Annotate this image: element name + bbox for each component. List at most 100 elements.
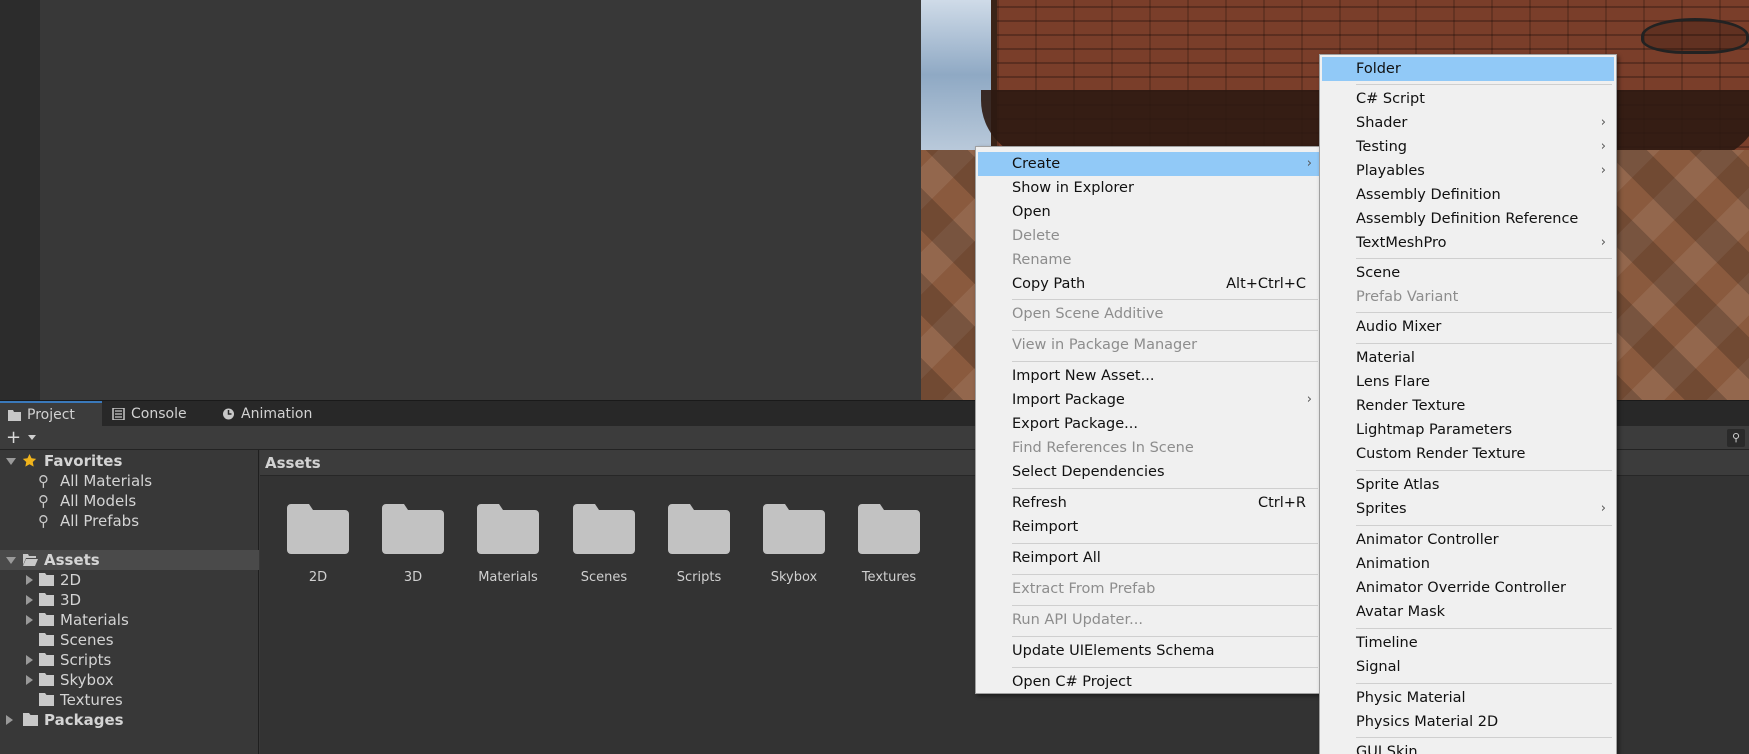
create-submenu-item-signal[interactable]: Signal [1322,655,1614,679]
create-submenu-item-custom-render-texture[interactable]: Custom Render Texture [1322,442,1614,466]
tree-folder-skybox[interactable]: Skybox [0,670,259,690]
expand-arrow-icon[interactable] [6,557,16,564]
expand-arrow-icon[interactable] [26,575,33,585]
create-submenu-item-lightmap-parameters[interactable]: Lightmap Parameters [1322,418,1614,442]
create-submenu-item-playables[interactable]: Playables › [1322,159,1614,183]
tab-project[interactable]: Project [0,401,102,427]
create-submenu-item-material[interactable]: Material [1322,346,1614,370]
create-submenu-item-avatar-mask[interactable]: Avatar Mask [1322,600,1614,624]
context-menu-item-import-new-asset[interactable]: Import New Asset... [978,364,1320,388]
expand-arrow-icon[interactable] [26,675,33,685]
tree-folder-3d[interactable]: 3D [0,590,259,610]
menu-item-label: Select Dependencies [1012,464,1165,480]
context-menu-item-import-package[interactable]: Import Package › [978,388,1320,412]
create-submenu-item-assembly-definition-reference[interactable]: Assembly Definition Reference [1322,207,1614,231]
expand-arrow-icon[interactable] [26,595,33,605]
context-menu-item-open[interactable]: Open [978,200,1320,224]
context-menu-item-show-in-explorer[interactable]: Show in Explorer [978,176,1320,200]
context-menu-item-reimport[interactable]: Reimport [978,515,1320,539]
create-submenu-item-shader[interactable]: Shader › [1322,111,1614,135]
breadcrumb-assets[interactable]: Assets [265,450,321,476]
create-submenu-item-physic-material[interactable]: Physic Material [1322,686,1614,710]
tree-folder-scripts[interactable]: Scripts [0,650,259,670]
create-dropdown-caret-icon[interactable] [28,435,36,440]
asset-folder-materials[interactable]: Materials [468,504,548,594]
tree-folder-materials[interactable]: Materials [0,610,259,630]
menu-item-label: Custom Render Texture [1356,446,1526,462]
asset-folder-scripts[interactable]: Scripts [659,504,739,594]
asset-folder-textures[interactable]: Textures [849,504,929,594]
create-submenu-item-sprites[interactable]: Sprites › [1322,497,1614,521]
expand-arrow-icon[interactable] [26,615,33,625]
folder-icon [39,673,54,686]
create-submenu-item-prefab-variant: Prefab Variant [1322,285,1614,309]
asset-folder-scenes[interactable]: Scenes [564,504,644,594]
context-menu-item-reimport-all[interactable]: Reimport All [978,546,1320,570]
submenu-arrow-icon: › [1306,392,1312,407]
create-submenu-item-render-texture[interactable]: Render Texture [1322,394,1614,418]
create-submenu-item-scene[interactable]: Scene [1322,261,1614,285]
create-submenu-item-animator-override-controller[interactable]: Animator Override Controller [1322,576,1614,600]
create-submenu-item-animation[interactable]: Animation [1322,552,1614,576]
create-submenu-item-sprite-atlas[interactable]: Sprite Atlas [1322,473,1614,497]
menu-shortcut: Ctrl+R [1257,495,1306,511]
asset-folder-2d[interactable]: 2D [278,504,358,594]
create-submenu-item-lens-flare[interactable]: Lens Flare [1322,370,1614,394]
create-submenu-item-c-script[interactable]: C# Script [1322,87,1614,111]
create-submenu-item-gui-skin[interactable]: GUI Skin [1322,740,1614,754]
context-menu-item-update-uielements-schema[interactable]: Update UIElements Schema [978,639,1320,663]
tab-animation[interactable]: Animation [214,401,324,427]
tree-favorite-item[interactable]: ⚲ All Materials [0,471,259,491]
folder-icon [573,504,635,554]
submenu-arrow-icon: › [1600,501,1606,516]
tree-folder-scenes[interactable]: Scenes [0,630,259,650]
context-menu-item-select-dependencies[interactable]: Select Dependencies [978,460,1320,484]
create-submenu-item-textmeshpro[interactable]: TextMeshPro › [1322,231,1614,255]
hierarchy-panel[interactable] [40,0,921,400]
scene-railing [1641,18,1749,54]
menu-item-label: Assembly Definition Reference [1356,211,1579,227]
tree-favorites[interactable]: Favorites [0,451,259,471]
create-button[interactable]: + [6,428,21,448]
menu-item-label: Sprites [1356,501,1407,517]
context-menu-item-run-api-updater: Run API Updater... [978,608,1320,632]
asset-folder-3d[interactable]: 3D [373,504,453,594]
create-submenu-item-timeline[interactable]: Timeline [1322,631,1614,655]
menu-separator [1012,543,1318,544]
tree-folder-2d[interactable]: 2D [0,570,259,590]
context-menu-item-refresh[interactable]: Refresh Ctrl+R [978,491,1320,515]
menu-item-label: GUI Skin [1356,744,1418,754]
tree-folder-textures[interactable]: Textures [0,690,259,710]
clock-icon [223,408,234,420]
search-icon: ⚲ [38,512,49,530]
create-submenu-item-physics-material-2d[interactable]: Physics Material 2D [1322,710,1614,734]
submenu-arrow-icon: › [1600,115,1606,130]
context-menu-item-export-package[interactable]: Export Package... [978,412,1320,436]
menu-item-label: Lens Flare [1356,374,1430,390]
menu-item-label: Rename [1012,252,1072,268]
create-submenu-item-assembly-definition[interactable]: Assembly Definition [1322,183,1614,207]
create-submenu-item-folder[interactable]: Folder [1322,57,1614,81]
expand-arrow-icon[interactable] [6,458,16,465]
create-submenu-item-testing[interactable]: Testing › [1322,135,1614,159]
tree-favorite-item[interactable]: ⚲ All Models [0,491,259,511]
menu-item-label: Avatar Mask [1356,604,1446,620]
tree-favorites-label: Favorites [44,452,123,470]
folder-icon [287,504,349,554]
create-submenu-item-animator-controller[interactable]: Animator Controller [1322,528,1614,552]
tree-packages[interactable]: Packages [0,710,259,730]
tree-favorite-item[interactable]: ⚲ All Prefabs [0,511,259,531]
menu-item-label: Extract From Prefab [1012,581,1156,597]
asset-folder-skybox[interactable]: Skybox [754,504,834,594]
expand-arrow-icon[interactable] [6,715,13,725]
create-submenu-item-audio-mixer[interactable]: Audio Mixer [1322,315,1614,339]
context-menu-item-open-c-project[interactable]: Open C# Project [978,670,1320,694]
expand-arrow-icon[interactable] [26,655,33,665]
context-menu-item-create[interactable]: Create › [978,152,1320,176]
menu-separator [1356,628,1612,629]
context-menu-item-copy-path[interactable]: Copy Path Alt+Ctrl+C [978,272,1320,296]
tab-console[interactable]: Console [104,401,204,427]
search-icon[interactable]: ⚲ [1727,429,1745,447]
menu-separator [1012,605,1318,606]
tree-assets[interactable]: Assets [0,550,259,570]
